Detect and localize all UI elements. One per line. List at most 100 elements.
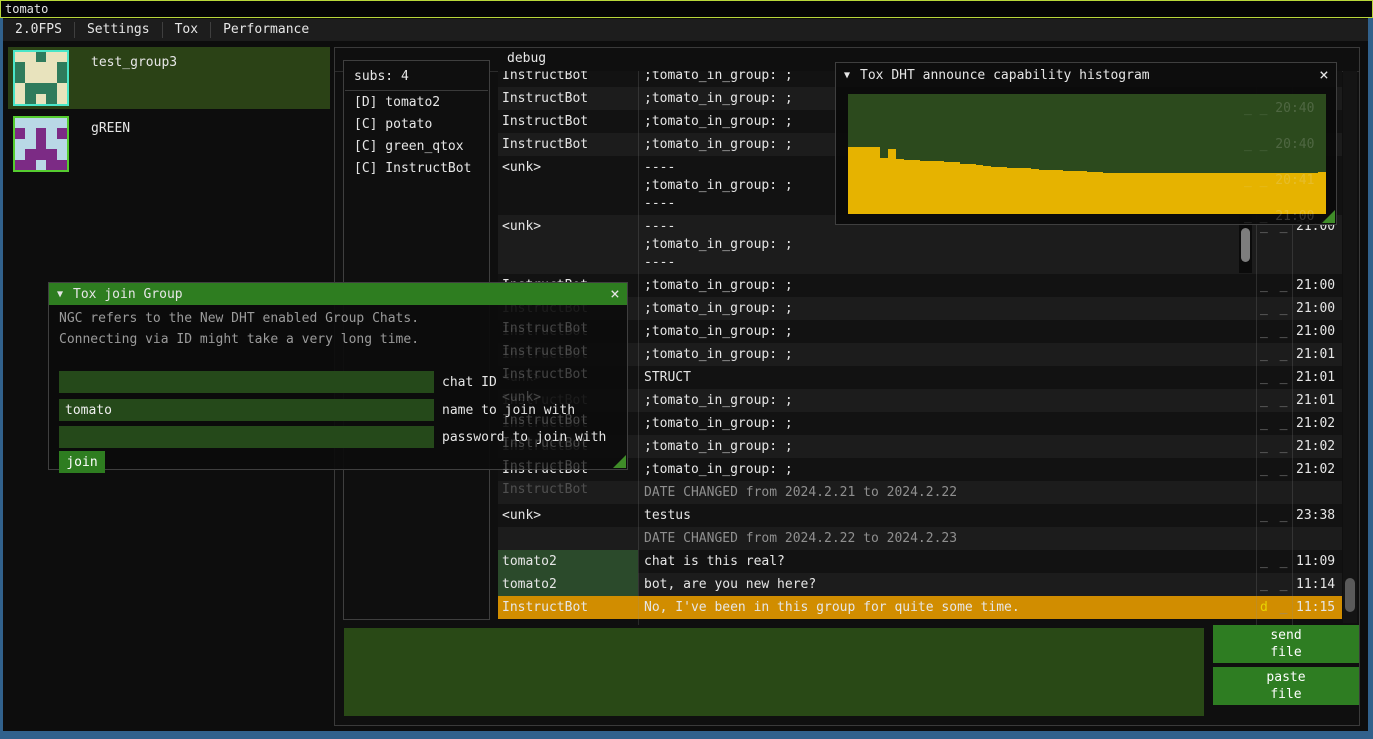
histogram-bar xyxy=(1143,173,1151,214)
message-row[interactable]: <unk>testus_ _23:38 xyxy=(498,504,1342,527)
message-timestamp: 21:02 xyxy=(1292,458,1342,481)
message-row[interactable]: tomato2chat is this real?_ _11:09 xyxy=(498,550,1342,573)
send-file-button[interactable]: send file xyxy=(1213,625,1359,663)
histogram-bar xyxy=(1127,173,1135,214)
group-name-label: test_group3 xyxy=(91,55,177,109)
join-button[interactable]: join xyxy=(59,451,105,473)
dht-histogram-window[interactable]: ▼ Tox DHT announce capability histogram … xyxy=(835,62,1337,225)
avatar-pixel xyxy=(46,83,56,93)
histogram-bar xyxy=(1175,173,1183,214)
paste-file-button[interactable]: paste file xyxy=(1213,667,1359,705)
histogram-bar xyxy=(936,161,944,214)
group-list-item-test-group3[interactable]: test_group3 xyxy=(8,47,330,109)
message-input-area[interactable] xyxy=(344,628,1204,716)
avatar-pixel xyxy=(15,160,25,170)
avatar-pixel xyxy=(25,139,35,149)
sender-name: tomato2 xyxy=(498,550,638,573)
subs-member[interactable]: [D] tomato2 xyxy=(344,91,489,113)
window-frame-bottom xyxy=(0,731,1373,739)
histogram-bar xyxy=(1039,170,1047,214)
chat-scrollbar-thumb[interactable] xyxy=(1345,578,1355,612)
date-separator-row[interactable]: DATE CHANGED from 2024.2.22 to 2024.2.23 xyxy=(498,527,1342,550)
subs-member[interactable]: [C] green_qtox xyxy=(344,135,489,157)
resize-grip[interactable] xyxy=(613,455,626,468)
menu-item-performance[interactable]: Performance xyxy=(211,19,321,41)
subs-member[interactable]: [C] InstructBot xyxy=(344,157,489,179)
message-row[interactable]: InstructBotNo, I've been in this group f… xyxy=(498,596,1342,619)
message-row[interactable]: tomato2bot, are you new here?_ _11:14 xyxy=(498,573,1342,596)
avatar-pixel xyxy=(15,52,25,62)
histogram-bar xyxy=(1015,168,1023,214)
message-timestamp: 21:01 xyxy=(1292,343,1342,366)
window-title: tomato xyxy=(1,3,48,15)
chat-id-input[interactable] xyxy=(59,371,434,393)
avatar-pixel xyxy=(57,94,67,104)
message-text: ;tomato_in_group: ; xyxy=(638,458,1256,481)
menu-item-tox[interactable]: Tox xyxy=(163,19,210,41)
chat-scrollbar[interactable] xyxy=(1343,71,1357,623)
avatar-pixel xyxy=(25,128,35,138)
histogram-bar xyxy=(1135,173,1143,214)
ghost-sender-name: InstructBot xyxy=(502,459,588,474)
window-frame-left xyxy=(0,18,3,739)
delivery-indicators: _ _ xyxy=(1256,412,1292,435)
delivery-indicators: _ _ xyxy=(1256,274,1292,297)
close-icon[interactable]: × xyxy=(1312,65,1336,85)
fps-indicator: 2.0FPS xyxy=(3,19,74,41)
histogram-bar xyxy=(1318,172,1326,214)
message-timestamp: 21:00 xyxy=(1292,297,1342,320)
join-name-input[interactable] xyxy=(59,399,434,421)
join-dialog-titlebar[interactable]: ▼ Tox join Group × xyxy=(49,283,627,305)
avatar-pixel xyxy=(36,149,46,159)
avatar-pixel xyxy=(36,128,46,138)
join-password-input[interactable] xyxy=(59,426,434,448)
histogram-bar xyxy=(888,149,896,214)
close-icon[interactable]: × xyxy=(603,284,627,304)
group-list-item-green[interactable]: gREEN xyxy=(8,113,330,171)
histogram-bar xyxy=(1071,171,1079,214)
date-separator-row[interactable]: DATE CHANGED from 2024.2.21 to 2024.2.22 xyxy=(498,481,1342,504)
histogram-window-titlebar[interactable]: ▼ Tox DHT announce capability histogram … xyxy=(836,63,1336,87)
histogram-bar xyxy=(968,164,976,214)
message-timestamp xyxy=(1292,481,1342,486)
avatar-pixel xyxy=(15,83,25,93)
avatar-pixel xyxy=(36,62,46,72)
chat-id-label: chat ID xyxy=(434,375,497,390)
histogram-bar xyxy=(1191,173,1199,214)
histogram-bar xyxy=(1063,171,1071,214)
message-timestamp: 23:38 xyxy=(1292,504,1342,527)
join-name-label: name to join with xyxy=(434,403,575,418)
message-timestamp: 21:02 xyxy=(1292,435,1342,458)
os-titlebar[interactable]: tomato xyxy=(0,0,1373,18)
join-group-dialog[interactable]: ▼ Tox join Group × InstructBotInstructBo… xyxy=(48,282,628,470)
avatar-pixel xyxy=(46,128,56,138)
histogram-bar xyxy=(1031,169,1039,214)
resize-grip[interactable] xyxy=(1322,210,1335,223)
avatar-pixel xyxy=(15,62,25,72)
menu-item-settings[interactable]: Settings xyxy=(75,19,162,41)
sender-name: InstructBot xyxy=(498,71,638,87)
histogram-bar xyxy=(880,158,888,214)
message-pane-scrollbar-thumb[interactable] xyxy=(1241,228,1250,262)
join-name-field-row: name to join with xyxy=(59,399,575,421)
delivery-indicators: _ _ xyxy=(1256,389,1292,412)
message-text: STRUCT xyxy=(638,366,1256,389)
ghost-sender-name: InstructBot xyxy=(502,482,588,497)
tab-debug[interactable]: debug xyxy=(507,51,546,66)
message-text: ;tomato_in_group: ; xyxy=(638,297,1256,320)
join-password-field-row: password to join with xyxy=(59,426,606,448)
message-timestamp: 11:15 xyxy=(1292,596,1342,619)
avatar-pixel xyxy=(25,62,35,72)
collapse-triangle-icon[interactable]: ▼ xyxy=(836,70,860,81)
histogram-bar xyxy=(864,147,872,214)
collapse-triangle-icon[interactable]: ▼ xyxy=(49,289,73,300)
menu-bar: 2.0FPS Settings Tox Performance xyxy=(3,19,1368,41)
histogram-bar xyxy=(1159,173,1167,214)
histogram-bar xyxy=(1023,168,1031,214)
avatar-pixel xyxy=(36,118,46,128)
subs-count-label: subs: 4 xyxy=(344,61,489,90)
subs-member[interactable]: [C] potato xyxy=(344,113,489,135)
histogram-bar xyxy=(960,164,968,214)
histogram-bar xyxy=(912,160,920,214)
sender-name: <unk> xyxy=(498,156,638,179)
